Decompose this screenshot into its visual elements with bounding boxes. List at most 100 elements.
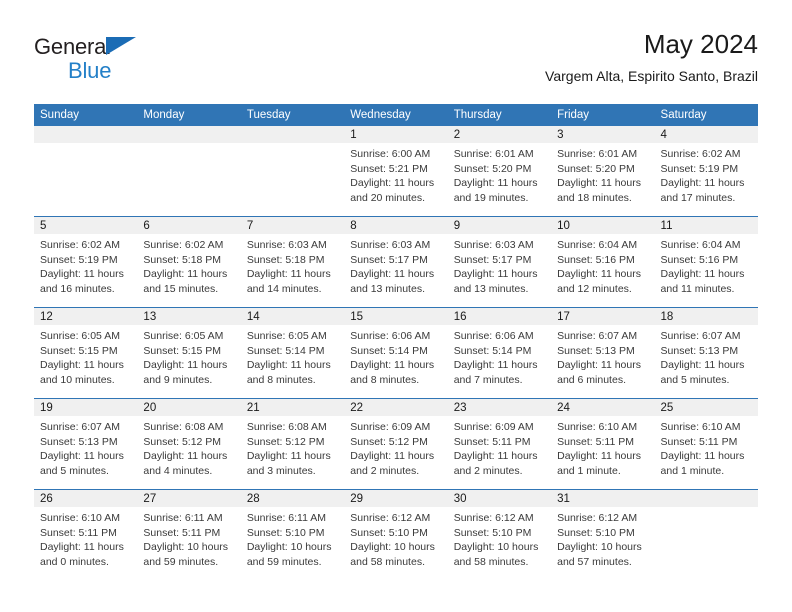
day-number: 24 (551, 399, 655, 416)
calendar-day-cell[interactable]: 12 Sunrise: 6:05 AM Sunset: 5:15 PM Dayligh… (34, 307, 138, 399)
sunrise-time: Sunrise: 6:10 AM (660, 421, 741, 433)
daylight-duration-line2: and 1 minute. (557, 464, 621, 477)
day-number: 13 (137, 308, 241, 325)
calendar-day-cell[interactable]: 8 Sunrise: 6:03 AM Sunset: 5:17 PM Daylight… (344, 216, 448, 308)
day-cell-inner: 30 Sunrise: 6:12 AM Sunset: 5:10 PM Dayligh… (447, 490, 552, 580)
page-title: May 2024 (643, 29, 758, 59)
calendar-day-cell[interactable]: 30 Sunrise: 6:12 AM Sunset: 5:10 PM Dayligh… (447, 489, 552, 580)
daylight-duration-line2: and 8 minutes. (350, 373, 420, 386)
calendar-day-cell[interactable]: 4 Sunrise: 6:02 AM Sunset: 5:19 PM Daylight… (654, 126, 758, 217)
daylight-duration-line1: Daylight: 10 hours (246, 541, 332, 553)
weekday-header-wednesday: Wednesday (344, 104, 448, 126)
sunset-time: Sunset: 5:17 PM (350, 253, 428, 266)
calendar-day-cell[interactable]: 2 Sunrise: 6:01 AM Sunset: 5:20 PM Daylight… (447, 126, 552, 217)
calendar-day-cell[interactable]: 28 Sunrise: 6:11 AM Sunset: 5:10 PM Dayligh… (240, 489, 345, 580)
calendar-day-cell[interactable]: 19 Sunrise: 6:07 AM Sunset: 5:13 PM Dayligh… (34, 398, 138, 490)
daylight-duration-line2: and 3 minutes. (246, 464, 316, 477)
daylight-duration-line1: Daylight: 11 hours (453, 359, 538, 371)
daylight-duration-line2: and 12 minutes. (557, 282, 632, 295)
calendar-day-cell[interactable]: 24 Sunrise: 6:10 AM Sunset: 5:11 PM Dayligh… (551, 398, 655, 490)
sunset-time: Sunset: 5:11 PM (453, 435, 531, 448)
day-number: 14 (240, 308, 345, 325)
calendar-day-cell[interactable]: 7 Sunrise: 6:03 AM Sunset: 5:18 PM Daylight… (240, 216, 345, 308)
day-number: 18 (654, 308, 758, 325)
calendar-day-cell[interactable]: 27 Sunrise: 6:11 AM Sunset: 5:11 PM Dayligh… (137, 489, 241, 580)
sunset-time: Sunset: 5:13 PM (660, 344, 739, 357)
daylight-duration-line1: Daylight: 11 hours (40, 450, 124, 462)
calendar-day-cell[interactable]: 26 Sunrise: 6:10 AM Sunset: 5:11 PM Dayligh… (34, 489, 138, 580)
day-number: 29 (344, 490, 448, 507)
calendar-day-cell[interactable]: 13 Sunrise: 6:05 AM Sunset: 5:15 PM Dayligh… (137, 307, 241, 399)
calendar-day-cell[interactable]: 1 Sunrise: 6:00 AM Sunset: 5:21 PM Daylight… (344, 126, 448, 217)
daylight-duration-line2: and 16 minutes. (40, 282, 115, 295)
daylight-duration-line2: and 0 minutes. (40, 555, 109, 568)
calendar-day-cell[interactable]: 17 Sunrise: 6:07 AM Sunset: 5:13 PM Dayligh… (551, 307, 655, 399)
calendar-day-cell[interactable]: 22 Sunrise: 6:09 AM Sunset: 5:12 PM Dayligh… (344, 398, 448, 490)
sunrise-time: Sunrise: 6:07 AM (557, 330, 638, 342)
day-details: Sunrise: 6:08 AM Sunset: 5:12 PM Daylight:… (137, 416, 240, 478)
sunset-time: Sunset: 5:17 PM (453, 253, 532, 266)
daylight-duration-line1: Daylight: 11 hours (557, 268, 641, 280)
calendar-day-cell[interactable]: 6 Sunrise: 6:02 AM Sunset: 5:18 PM Daylight… (137, 216, 241, 308)
daylight-duration-line1: Daylight: 11 hours (453, 268, 538, 280)
day-details: Sunrise: 6:10 AM Sunset: 5:11 PM Daylight:… (551, 416, 654, 478)
day-details: Sunrise: 6:04 AM Sunset: 5:16 PM Daylight:… (655, 234, 758, 296)
calendar-day-cell[interactable]: 21 Sunrise: 6:08 AM Sunset: 5:12 PM Dayligh… (240, 398, 345, 490)
sunset-time: Sunset: 5:16 PM (660, 253, 739, 266)
day-details: Sunrise: 6:06 AM Sunset: 5:14 PM Daylight:… (448, 325, 551, 387)
day-number: 3 (551, 126, 655, 143)
day-number: 10 (551, 217, 655, 234)
calendar-day-cell[interactable]: 5 Sunrise: 6:02 AM Sunset: 5:19 PM Daylight… (34, 216, 138, 308)
day-details: Sunrise: 6:05 AM Sunset: 5:15 PM Daylight:… (137, 325, 240, 387)
daylight-duration-line2: and 13 minutes. (453, 282, 529, 295)
calendar-header-row: Sunday Monday Tuesday Wednesday Thursday Frid… (34, 104, 758, 126)
calendar-day-cell[interactable]: 25 Sunrise: 6:10 AM Sunset: 5:11 PM Dayligh… (654, 398, 758, 490)
calendar-cell-empty (137, 126, 241, 217)
calendar-cell-empty (654, 489, 758, 580)
day-number: 6 (137, 217, 241, 234)
daylight-duration-line2: and 18 minutes. (557, 191, 632, 204)
daylight-duration-line2: and 14 minutes. (246, 282, 322, 295)
sunset-time: Sunset: 5:14 PM (246, 344, 325, 357)
day-number: 4 (654, 126, 758, 143)
day-cell-inner: 16 Sunrise: 6:06 AM Sunset: 5:14 PM Dayligh… (447, 308, 552, 398)
logo-text-general: General (34, 34, 111, 59)
calendar-day-cell[interactable]: 11 Sunrise: 6:04 AM Sunset: 5:16 PM Dayligh… (654, 216, 758, 308)
sunset-time: Sunset: 5:12 PM (246, 435, 325, 448)
calendar-day-cell[interactable]: 10 Sunrise: 6:04 AM Sunset: 5:16 PM Dayligh… (551, 216, 655, 308)
sunset-time: Sunset: 5:15 PM (40, 344, 118, 357)
daylight-duration-line2: and 5 minutes. (660, 373, 730, 386)
sunrise-time: Sunrise: 6:09 AM (453, 421, 534, 433)
daylight-duration-line2: and 6 minutes. (557, 373, 626, 386)
day-details: Sunrise: 6:02 AM Sunset: 5:19 PM Daylight:… (655, 143, 758, 205)
sunrise-time: Sunrise: 6:01 AM (557, 148, 638, 160)
calendar-day-cell[interactable]: 3 Sunrise: 6:01 AM Sunset: 5:20 PM Daylight… (551, 126, 655, 217)
calendar-day-cell[interactable]: 18 Sunrise: 6:07 AM Sunset: 5:13 PM Dayligh… (654, 307, 758, 399)
sunrise-time: Sunrise: 6:02 AM (143, 239, 224, 251)
sunset-time: Sunset: 5:19 PM (660, 162, 739, 175)
day-cell-inner: 14 Sunrise: 6:05 AM Sunset: 5:14 PM Dayligh… (240, 308, 345, 398)
sunset-time: Sunset: 5:20 PM (557, 162, 635, 175)
calendar-day-cell[interactable]: 15 Sunrise: 6:06 AM Sunset: 5:14 PM Dayligh… (344, 307, 448, 399)
calendar-day-cell[interactable]: 31 Sunrise: 6:12 AM Sunset: 5:10 PM Dayligh… (551, 489, 655, 580)
calendar-day-cell[interactable]: 9 Sunrise: 6:03 AM Sunset: 5:17 PM Daylight… (447, 216, 552, 308)
calendar-day-cell[interactable]: 14 Sunrise: 6:05 AM Sunset: 5:14 PM Dayligh… (240, 307, 345, 399)
calendar-day-cell[interactable]: 23 Sunrise: 6:09 AM Sunset: 5:11 PM Dayligh… (447, 398, 552, 490)
sunset-time: Sunset: 5:18 PM (246, 253, 325, 266)
day-details: Sunrise: 6:12 AM Sunset: 5:10 PM Daylight:… (551, 507, 654, 569)
day-details: Sunrise: 6:11 AM Sunset: 5:11 PM Daylight:… (137, 507, 240, 569)
calendar-page: General Blue May 2024 Vargem Alta, Espir… (0, 0, 792, 612)
weekday-header-sunday: Sunday (34, 104, 138, 126)
daylight-duration-line2: and 2 minutes. (350, 464, 420, 477)
day-cell-inner: 23 Sunrise: 6:09 AM Sunset: 5:11 PM Dayligh… (447, 399, 552, 489)
daylight-duration-line1: Daylight: 11 hours (143, 268, 228, 280)
sunrise-time: Sunrise: 6:10 AM (40, 512, 120, 524)
day-cell-inner (240, 126, 345, 216)
day-number: 2 (447, 126, 552, 143)
calendar-day-cell[interactable]: 29 Sunrise: 6:12 AM Sunset: 5:10 PM Dayligh… (344, 489, 448, 580)
day-details: Sunrise: 6:10 AM Sunset: 5:11 PM Daylight:… (655, 416, 758, 478)
day-cell-inner: 19 Sunrise: 6:07 AM Sunset: 5:13 PM Dayligh… (34, 399, 138, 489)
calendar-day-cell[interactable]: 20 Sunrise: 6:08 AM Sunset: 5:12 PM Dayligh… (137, 398, 241, 490)
daylight-duration-line2: and 8 minutes. (246, 373, 316, 386)
calendar-day-cell[interactable]: 16 Sunrise: 6:06 AM Sunset: 5:14 PM Dayligh… (447, 307, 552, 399)
